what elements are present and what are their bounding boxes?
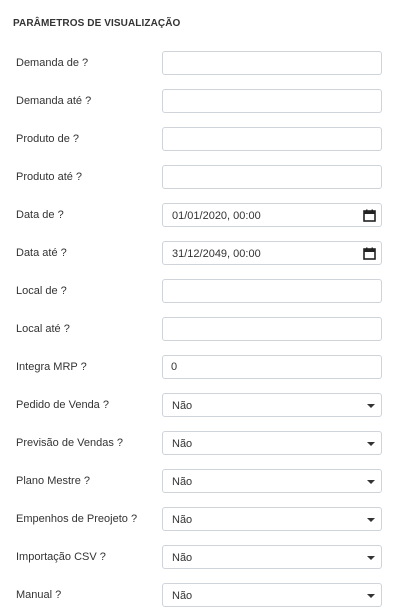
field-value: 31/12/2049, 00:00 bbox=[172, 248, 261, 260]
field-row-local-ate: Local até ? bbox=[0, 317, 400, 341]
caret-down-icon bbox=[367, 404, 375, 408]
caret-down-icon bbox=[367, 594, 375, 598]
select-value: Não bbox=[172, 514, 193, 526]
data-ate-datetime-input[interactable]: 31/12/2049, 00:00 bbox=[162, 241, 382, 265]
field-label: Produto de ? bbox=[16, 133, 79, 145]
field-label: Demanda até ? bbox=[16, 95, 92, 107]
field-label: Integra MRP ? bbox=[16, 361, 87, 373]
select-value: Não bbox=[172, 400, 193, 412]
caret-down-icon bbox=[367, 556, 375, 560]
select-value: Não bbox=[172, 438, 193, 450]
field-label: Local de ? bbox=[16, 285, 67, 297]
field-label: Produto até ? bbox=[16, 171, 83, 183]
field-row-manual: Manual ? Não bbox=[0, 583, 400, 607]
field-label: Previsão de Vendas ? bbox=[16, 437, 124, 449]
calendar-icon[interactable] bbox=[363, 209, 376, 222]
field-row-importacao-csv: Importação CSV ? Não bbox=[0, 545, 400, 569]
field-row-local-de: Local de ? bbox=[0, 279, 400, 303]
field-row-empenhos-de-projeto: Empenhos de Preojeto ? Não bbox=[0, 507, 400, 531]
field-row-previsao-de-vendas: Previsão de Vendas ? Não bbox=[0, 431, 400, 455]
field-label: Plano Mestre ? bbox=[16, 475, 90, 487]
caret-down-icon bbox=[367, 480, 375, 484]
data-de-datetime-input[interactable]: 01/01/2020, 00:00 bbox=[162, 203, 382, 227]
plano-mestre-select[interactable]: Não bbox=[162, 469, 382, 493]
field-row-produto-ate: Produto até ? bbox=[0, 165, 400, 189]
section-title: PARÂMETROS DE VISUALIZAÇÃO bbox=[13, 18, 181, 29]
field-label: Manual ? bbox=[16, 589, 62, 601]
local-ate-input[interactable] bbox=[162, 317, 382, 341]
field-row-integra-mrp: Integra MRP ? bbox=[0, 355, 400, 379]
caret-down-icon bbox=[367, 518, 375, 522]
calendar-icon[interactable] bbox=[363, 247, 376, 260]
pedido-de-venda-select[interactable]: Não bbox=[162, 393, 382, 417]
field-value: 01/01/2020, 00:00 bbox=[172, 210, 261, 222]
field-label: Local até ? bbox=[16, 323, 70, 335]
empenhos-de-projeto-select[interactable]: Não bbox=[162, 507, 382, 531]
field-label: Demanda de ? bbox=[16, 57, 89, 69]
field-label: Data até ? bbox=[16, 247, 67, 259]
field-row-data-de: Data de ? 01/01/2020, 00:00 bbox=[0, 203, 400, 227]
field-label: Pedido de Venda ? bbox=[16, 399, 109, 411]
select-value: Não bbox=[172, 476, 193, 488]
field-row-pedido-de-venda: Pedido de Venda ? Não bbox=[0, 393, 400, 417]
field-label: Importação CSV ? bbox=[16, 551, 106, 563]
local-de-input[interactable] bbox=[162, 279, 382, 303]
field-label: Data de ? bbox=[16, 209, 64, 221]
select-value: Não bbox=[172, 552, 193, 564]
demanda-ate-input[interactable] bbox=[162, 89, 382, 113]
produto-de-input[interactable] bbox=[162, 127, 382, 151]
field-row-produto-de: Produto de ? bbox=[0, 127, 400, 151]
demanda-de-input[interactable] bbox=[162, 51, 382, 75]
integra-mrp-input[interactable] bbox=[162, 355, 382, 379]
field-row-data-ate: Data até ? 31/12/2049, 00:00 bbox=[0, 241, 400, 265]
caret-down-icon bbox=[367, 442, 375, 446]
manual-select[interactable]: Não bbox=[162, 583, 382, 607]
field-row-demanda-ate: Demanda até ? bbox=[0, 89, 400, 113]
field-row-plano-mestre: Plano Mestre ? Não bbox=[0, 469, 400, 493]
previsao-de-vendas-select[interactable]: Não bbox=[162, 431, 382, 455]
field-row-demanda-de: Demanda de ? bbox=[0, 51, 400, 75]
field-label: Empenhos de Preojeto ? bbox=[16, 513, 138, 525]
importacao-csv-select[interactable]: Não bbox=[162, 545, 382, 569]
select-value: Não bbox=[172, 590, 193, 602]
produto-ate-input[interactable] bbox=[162, 165, 382, 189]
